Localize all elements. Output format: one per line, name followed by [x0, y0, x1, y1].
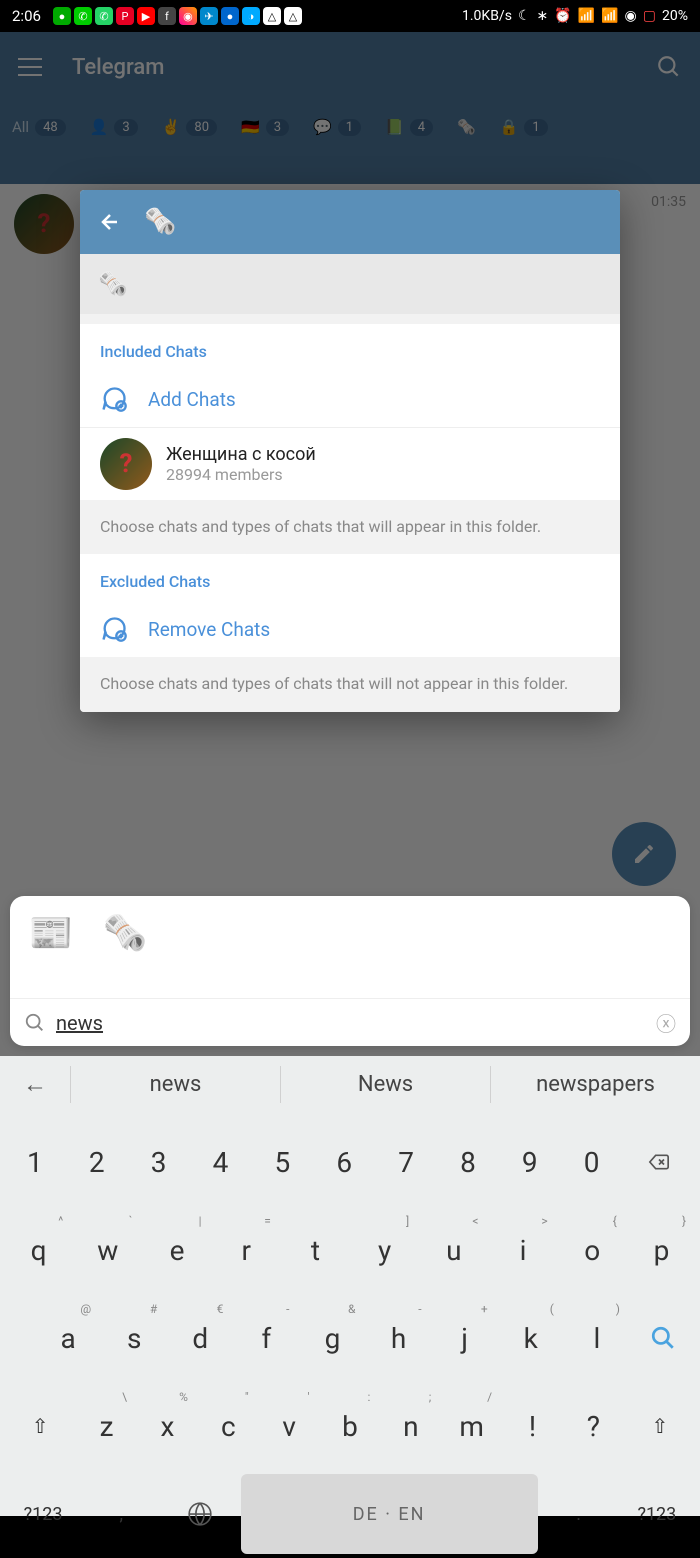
emoji-rolled-newspaper[interactable]: 🗞️	[102, 910, 148, 956]
battery-pct: 20%	[662, 8, 688, 24]
keyboard: 1234567890 q^w`e|r=ty]u<i>o{p} a@s#d€f-g…	[0, 1112, 700, 1516]
status-bar: 2:06 ● ✆ ✆ P ▶ f ◉ ✈ ● ◑ △ △ 1.0KB/s ☾ ∗…	[0, 0, 700, 32]
signal-icon: 📶	[578, 8, 595, 24]
folder-settings-dialog: 🗞️ 🗞️ Included Chats Add Chats Женщина с…	[80, 190, 620, 712]
included-chat-item[interactable]: Женщина с косой 28994 members	[80, 427, 620, 500]
key-0[interactable]: 0	[563, 1122, 621, 1202]
remove-chats-button[interactable]: Remove Chats	[80, 601, 620, 657]
search-icon	[650, 1325, 676, 1351]
key-8[interactable]: 8	[439, 1122, 497, 1202]
folder-name-input[interactable]: 🗞️	[80, 254, 620, 324]
key-?[interactable]: ?	[565, 1386, 622, 1466]
key-search[interactable]	[632, 1298, 694, 1378]
key-k[interactable]: k(	[500, 1298, 562, 1378]
add-chats-button[interactable]: Add Chats	[80, 371, 620, 427]
key-7[interactable]: 7	[377, 1122, 435, 1202]
add-chat-icon	[100, 385, 128, 413]
remove-chats-label: Remove Chats	[148, 618, 270, 641]
avatar	[100, 438, 152, 490]
key-shift[interactable]: ⇧	[6, 1386, 74, 1466]
key-4[interactable]: 4	[192, 1122, 250, 1202]
excluded-title: Excluded Chats	[80, 554, 620, 601]
key-3[interactable]: 3	[130, 1122, 188, 1202]
key-w[interactable]: w`	[75, 1210, 140, 1290]
emoji-picker: 📰 🗞️ ⓧ	[10, 896, 690, 1046]
key-i[interactable]: i>	[490, 1210, 555, 1290]
battery-icon: ▢	[643, 8, 656, 24]
emoji-newspaper[interactable]: 📰	[28, 910, 74, 956]
key-space[interactable]: DE · EN	[241, 1474, 538, 1554]
remove-chat-icon	[100, 615, 128, 643]
suggestion-back[interactable]: ←	[0, 1070, 70, 1099]
key-r[interactable]: r=	[214, 1210, 279, 1290]
key-6[interactable]: 6	[315, 1122, 373, 1202]
add-chats-label: Add Chats	[148, 388, 236, 411]
status-app-icons: ● ✆ ✆ P ▶ f ◉ ✈ ● ◑ △ △	[53, 7, 302, 25]
key-l[interactable]: l)	[566, 1298, 628, 1378]
search-icon	[24, 1012, 46, 1034]
key-j[interactable]: j+	[434, 1298, 496, 1378]
key-9[interactable]: 9	[501, 1122, 559, 1202]
key-u[interactable]: u<	[421, 1210, 486, 1290]
key-a[interactable]: a@	[37, 1298, 99, 1378]
key-backspace[interactable]	[625, 1122, 694, 1202]
signal-icon-2: 📶	[601, 8, 618, 24]
clear-search-button[interactable]: ⓧ	[656, 1008, 676, 1037]
newspaper-icon: 🗞️	[144, 207, 176, 237]
key-globe[interactable]	[162, 1474, 236, 1554]
key-![interactable]: !	[504, 1386, 561, 1466]
key-d[interactable]: d€	[169, 1298, 231, 1378]
key-symbols-right[interactable]: ?123	[620, 1474, 694, 1554]
globe-icon	[187, 1501, 213, 1527]
key-5[interactable]: 5	[253, 1122, 311, 1202]
alarm-icon: ⏰	[554, 8, 571, 24]
bluetooth-icon: ∗	[537, 8, 549, 24]
wifi-icon: ◉	[625, 8, 637, 24]
key-z[interactable]: z\	[78, 1386, 135, 1466]
chat-item-name: Женщина с косой	[166, 444, 316, 465]
key-t[interactable]: t	[283, 1210, 348, 1290]
included-title: Included Chats	[80, 324, 620, 371]
key-e[interactable]: e|	[144, 1210, 209, 1290]
newspaper-icon: 🗞️	[98, 270, 128, 298]
key-period[interactable]: .	[542, 1474, 616, 1554]
key-v[interactable]: v'	[261, 1386, 318, 1466]
key-symbols[interactable]: ?123	[6, 1474, 80, 1554]
key-c[interactable]: c"	[200, 1386, 257, 1466]
key-h[interactable]: h-	[368, 1298, 430, 1378]
key-o[interactable]: o{	[560, 1210, 625, 1290]
suggestion-3[interactable]: newspapers	[490, 1066, 700, 1103]
key-y[interactable]: y]	[352, 1210, 417, 1290]
suggestion-1[interactable]: news	[70, 1066, 280, 1103]
key-2[interactable]: 2	[68, 1122, 126, 1202]
dialog-header: 🗞️	[80, 190, 620, 254]
suggestion-2[interactable]: News	[280, 1066, 490, 1103]
key-comma[interactable]: ,	[84, 1474, 158, 1554]
key-shift-right[interactable]: ⇧	[626, 1386, 694, 1466]
key-f[interactable]: f-	[235, 1298, 297, 1378]
keyboard-suggestions: ← news News newspapers	[0, 1056, 700, 1112]
emoji-search-input[interactable]	[56, 1011, 646, 1035]
key-m[interactable]: m/	[443, 1386, 500, 1466]
excluded-hint: Choose chats and types of chats that wil…	[80, 657, 620, 711]
key-s[interactable]: s#	[103, 1298, 165, 1378]
backspace-icon	[646, 1152, 672, 1172]
emoji-results: 📰 🗞️	[10, 896, 690, 998]
key-n[interactable]: n;	[382, 1386, 439, 1466]
key-g[interactable]: g&	[301, 1298, 363, 1378]
key-p[interactable]: p}	[629, 1210, 694, 1290]
back-button[interactable]	[98, 210, 122, 234]
emoji-search-row: ⓧ	[10, 998, 690, 1046]
status-time: 2:06	[12, 7, 41, 25]
key-x[interactable]: x%	[139, 1386, 196, 1466]
key-q[interactable]: q^	[6, 1210, 71, 1290]
chat-item-members: 28994 members	[166, 465, 316, 484]
included-hint: Choose chats and types of chats that wil…	[80, 500, 620, 554]
status-net: 1.0KB/s	[462, 8, 512, 24]
dnd-icon: ☾	[518, 8, 531, 24]
key-b[interactable]: b:	[322, 1386, 379, 1466]
key-1[interactable]: 1	[6, 1122, 64, 1202]
